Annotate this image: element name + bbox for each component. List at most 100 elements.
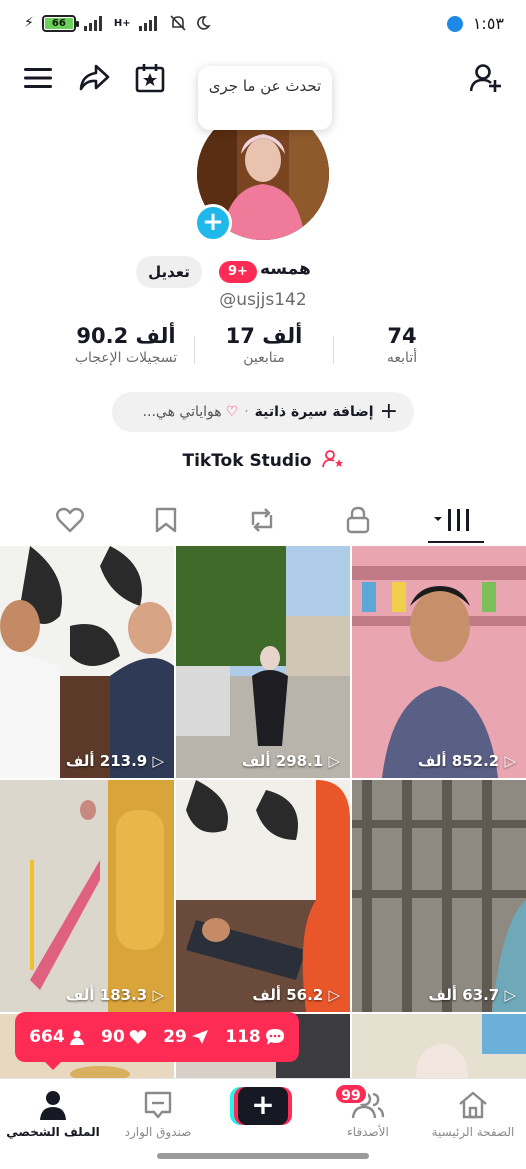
shares-activity: 29 — [163, 1027, 209, 1047]
nav-friends[interactable]: الأصدقاء — [318, 1089, 418, 1139]
following-count: 74 — [387, 324, 417, 348]
lock-icon — [346, 506, 370, 534]
friends-badge: 99 — [334, 1083, 368, 1105]
thumbnail-image — [0, 546, 174, 778]
battery-level: 66 — [44, 17, 73, 29]
likes-activity: 90 — [101, 1027, 147, 1047]
followers-activity-count: 664 — [29, 1027, 65, 1047]
name-row: تعديل 9+ همسه — [0, 256, 526, 288]
hobbies-label: هواياتي هي... — [142, 404, 222, 420]
video-thumbnail[interactable]: ▷ 213.9 ألف — [0, 546, 174, 778]
thumbnail-image — [352, 780, 526, 1012]
tab-videos[interactable] — [432, 502, 476, 538]
followers-activity: 664 — [29, 1027, 85, 1047]
flash-icon: ⚡ — [24, 15, 34, 31]
stat-following[interactable]: 74 أتابعه — [360, 324, 444, 366]
add-bio-button[interactable]: + إضافة سيرة ذاتية · ♡هواياتي هي... — [112, 392, 414, 432]
stat-followers[interactable]: 17 ألف متابعين — [210, 324, 318, 366]
nav-inbox[interactable]: صندوق الوارد — [108, 1089, 208, 1139]
video-thumbnail[interactable]: ▷ 56.2 ألف — [176, 780, 350, 1012]
stat-likes[interactable]: 90.2 ألف تسجيلات الإعجاب — [58, 324, 194, 366]
view-count: ▷ 213.9 ألف — [65, 752, 164, 770]
status-bubble[interactable]: تحدث عن ما جرى — [198, 66, 332, 130]
signal-icon-2 — [138, 16, 157, 31]
nav-home-label: الصفحة الرئيسية — [431, 1125, 515, 1139]
thumbnail-image — [352, 1014, 526, 1078]
activity-summary-bar[interactable]: 664 90 29 118 — [15, 1012, 299, 1070]
tab-private[interactable] — [338, 502, 378, 538]
active-tab-indicator — [428, 541, 484, 543]
shares-activity-count: 29 — [163, 1027, 187, 1047]
video-thumbnail[interactable]: ▷ 63.7 ألف — [352, 780, 526, 1012]
comments-activity-count: 118 — [225, 1027, 261, 1047]
stats-row: 90.2 ألف تسجيلات الإعجاب 17 ألف متابعين … — [0, 324, 526, 374]
video-thumbnail[interactable]: ▷ 298.1 ألف — [176, 546, 350, 778]
status-left: ⚡ 66 H+ — [24, 14, 211, 32]
nav-inbox-label: صندوق الوارد — [124, 1125, 192, 1139]
nav-home[interactable]: الصفحة الرئيسية — [423, 1089, 523, 1139]
heart-icon — [129, 1030, 147, 1044]
edit-profile-button[interactable]: تعديل — [136, 256, 202, 288]
add-friend-icon[interactable] — [466, 58, 506, 98]
likes-activity-count: 90 — [101, 1027, 125, 1047]
following-label: أتابعه — [386, 350, 418, 366]
view-count: ▷ 56.2 ألف — [252, 986, 340, 1004]
studio-label: TikTok Studio — [182, 451, 312, 471]
moon-icon — [196, 16, 211, 30]
display-name: همسه — [260, 259, 311, 279]
profile-icon — [40, 1091, 66, 1120]
status-right: ١:٥٣ — [446, 14, 504, 33]
add-bio-label: إضافة سيرة ذاتية — [254, 404, 374, 420]
tiktok-studio-link[interactable]: TikTok Studio — [0, 450, 526, 471]
mute-icon — [170, 15, 186, 31]
home-indicator — [157, 1153, 369, 1159]
view-count: ▷ 63.7 ألف — [428, 986, 516, 1004]
likes-label: تسجيلات الإعجاب — [74, 350, 178, 366]
messenger-icon — [446, 15, 463, 32]
stat-divider — [333, 336, 334, 364]
thumbnail-image — [352, 546, 526, 778]
person-star-icon — [321, 450, 344, 471]
thumbnail-image — [176, 546, 350, 778]
person-icon — [69, 1030, 84, 1045]
bio-separator: · — [244, 404, 249, 420]
nav-profile[interactable]: الملف الشخصي — [3, 1089, 103, 1139]
home-icon — [459, 1091, 487, 1119]
username: @usjjs142 — [219, 290, 307, 310]
likes-count: 90.2 ألف — [76, 324, 176, 348]
video-thumbnail[interactable]: ▷ 183.3 ألف — [0, 780, 174, 1012]
comments-activity: 118 — [225, 1027, 285, 1047]
plus-icon: + — [379, 399, 398, 424]
clock: ١:٥٣ — [472, 14, 504, 33]
inbox-icon — [144, 1091, 172, 1119]
repost-icon — [251, 508, 273, 532]
stat-divider — [194, 336, 195, 364]
heart-icon: ♡ — [225, 404, 239, 420]
video-thumbnail[interactable] — [352, 1014, 526, 1078]
plus-icon: + — [238, 1087, 288, 1125]
view-count: ▷ 852.2 ألف — [417, 752, 516, 770]
content-tabs — [0, 498, 526, 544]
nav-profile-label: الملف الشخصي — [6, 1125, 100, 1139]
tab-liked[interactable] — [50, 502, 90, 538]
share-icon[interactable] — [74, 58, 114, 98]
tab-reposts[interactable] — [242, 502, 282, 538]
add-story-button[interactable]: + — [194, 204, 232, 242]
signal-icon — [83, 16, 102, 31]
tab-favorites[interactable] — [146, 502, 186, 538]
thumbnail-image — [0, 780, 174, 1012]
name-badge[interactable]: 9+ — [219, 261, 257, 283]
calendar-star-icon[interactable] — [130, 58, 170, 98]
create-button[interactable]: + — [230, 1087, 292, 1125]
bookmark-icon — [155, 507, 177, 533]
network-type: H+ — [113, 17, 131, 29]
menu-icon[interactable] — [18, 58, 58, 98]
comment-icon — [265, 1029, 284, 1045]
followers-label: متابعين — [243, 350, 285, 366]
view-count: ▷ 298.1 ألف — [241, 752, 340, 770]
followers-count: 17 ألف — [225, 324, 303, 348]
view-count: ▷ 183.3 ألف — [65, 986, 164, 1004]
heart-outline-icon — [56, 507, 84, 533]
video-thumbnail[interactable]: ▷ 852.2 ألف — [352, 546, 526, 778]
send-icon — [191, 1030, 208, 1044]
